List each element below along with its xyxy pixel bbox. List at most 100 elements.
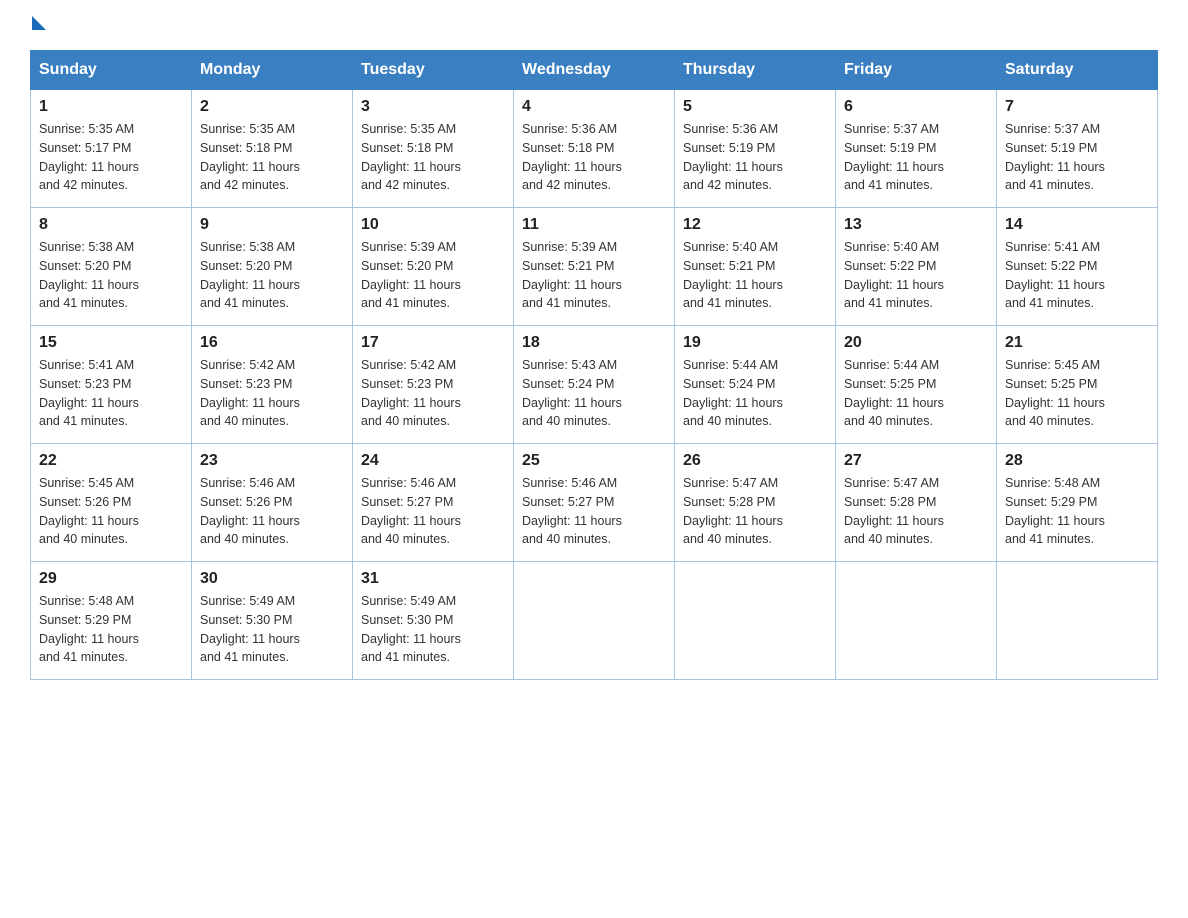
calendar-cell: 4 Sunrise: 5:36 AM Sunset: 5:18 PM Dayli… xyxy=(514,90,675,208)
day-number: 4 xyxy=(522,98,666,116)
day-info: Sunrise: 5:37 AM Sunset: 5:19 PM Dayligh… xyxy=(844,120,988,195)
day-info: Sunrise: 5:49 AM Sunset: 5:30 PM Dayligh… xyxy=(361,592,505,667)
day-number: 15 xyxy=(39,334,183,352)
calendar-week-row: 8 Sunrise: 5:38 AM Sunset: 5:20 PM Dayli… xyxy=(31,208,1158,326)
calendar-cell xyxy=(836,562,997,680)
calendar-header-row: SundayMondayTuesdayWednesdayThursdayFrid… xyxy=(31,51,1158,90)
calendar-cell: 28 Sunrise: 5:48 AM Sunset: 5:29 PM Dayl… xyxy=(997,444,1158,562)
calendar-cell: 15 Sunrise: 5:41 AM Sunset: 5:23 PM Dayl… xyxy=(31,326,192,444)
calendar-cell xyxy=(675,562,836,680)
calendar-week-row: 15 Sunrise: 5:41 AM Sunset: 5:23 PM Dayl… xyxy=(31,326,1158,444)
calendar-cell: 27 Sunrise: 5:47 AM Sunset: 5:28 PM Dayl… xyxy=(836,444,997,562)
day-number: 1 xyxy=(39,98,183,116)
calendar-cell: 3 Sunrise: 5:35 AM Sunset: 5:18 PM Dayli… xyxy=(353,90,514,208)
calendar-cell xyxy=(997,562,1158,680)
day-info: Sunrise: 5:44 AM Sunset: 5:25 PM Dayligh… xyxy=(844,356,988,431)
day-number: 11 xyxy=(522,216,666,234)
day-info: Sunrise: 5:47 AM Sunset: 5:28 PM Dayligh… xyxy=(844,474,988,549)
day-info: Sunrise: 5:38 AM Sunset: 5:20 PM Dayligh… xyxy=(39,238,183,313)
day-number: 12 xyxy=(683,216,827,234)
day-number: 31 xyxy=(361,570,505,588)
calendar-header-wednesday: Wednesday xyxy=(514,51,675,90)
day-number: 8 xyxy=(39,216,183,234)
calendar-cell: 8 Sunrise: 5:38 AM Sunset: 5:20 PM Dayli… xyxy=(31,208,192,326)
calendar-header-friday: Friday xyxy=(836,51,997,90)
calendar-cell: 21 Sunrise: 5:45 AM Sunset: 5:25 PM Dayl… xyxy=(997,326,1158,444)
day-number: 5 xyxy=(683,98,827,116)
day-info: Sunrise: 5:46 AM Sunset: 5:27 PM Dayligh… xyxy=(361,474,505,549)
calendar-cell: 22 Sunrise: 5:45 AM Sunset: 5:26 PM Dayl… xyxy=(31,444,192,562)
day-info: Sunrise: 5:36 AM Sunset: 5:19 PM Dayligh… xyxy=(683,120,827,195)
logo xyxy=(30,20,46,30)
calendar-header-thursday: Thursday xyxy=(675,51,836,90)
calendar-cell: 24 Sunrise: 5:46 AM Sunset: 5:27 PM Dayl… xyxy=(353,444,514,562)
page-header xyxy=(30,20,1158,30)
calendar-header-saturday: Saturday xyxy=(997,51,1158,90)
calendar-cell: 25 Sunrise: 5:46 AM Sunset: 5:27 PM Dayl… xyxy=(514,444,675,562)
day-info: Sunrise: 5:46 AM Sunset: 5:26 PM Dayligh… xyxy=(200,474,344,549)
day-number: 21 xyxy=(1005,334,1149,352)
logo-triangle-icon xyxy=(32,16,46,30)
calendar-cell: 7 Sunrise: 5:37 AM Sunset: 5:19 PM Dayli… xyxy=(997,90,1158,208)
day-number: 9 xyxy=(200,216,344,234)
day-number: 29 xyxy=(39,570,183,588)
day-number: 7 xyxy=(1005,98,1149,116)
day-info: Sunrise: 5:42 AM Sunset: 5:23 PM Dayligh… xyxy=(361,356,505,431)
day-info: Sunrise: 5:44 AM Sunset: 5:24 PM Dayligh… xyxy=(683,356,827,431)
day-number: 6 xyxy=(844,98,988,116)
day-info: Sunrise: 5:39 AM Sunset: 5:20 PM Dayligh… xyxy=(361,238,505,313)
calendar-cell xyxy=(514,562,675,680)
day-number: 28 xyxy=(1005,452,1149,470)
calendar-cell: 17 Sunrise: 5:42 AM Sunset: 5:23 PM Dayl… xyxy=(353,326,514,444)
day-info: Sunrise: 5:45 AM Sunset: 5:26 PM Dayligh… xyxy=(39,474,183,549)
calendar-week-row: 22 Sunrise: 5:45 AM Sunset: 5:26 PM Dayl… xyxy=(31,444,1158,562)
calendar-cell: 13 Sunrise: 5:40 AM Sunset: 5:22 PM Dayl… xyxy=(836,208,997,326)
calendar-cell: 23 Sunrise: 5:46 AM Sunset: 5:26 PM Dayl… xyxy=(192,444,353,562)
calendar-header-sunday: Sunday xyxy=(31,51,192,90)
day-info: Sunrise: 5:40 AM Sunset: 5:22 PM Dayligh… xyxy=(844,238,988,313)
calendar-cell: 1 Sunrise: 5:35 AM Sunset: 5:17 PM Dayli… xyxy=(31,90,192,208)
calendar-cell: 31 Sunrise: 5:49 AM Sunset: 5:30 PM Dayl… xyxy=(353,562,514,680)
day-info: Sunrise: 5:35 AM Sunset: 5:17 PM Dayligh… xyxy=(39,120,183,195)
day-number: 23 xyxy=(200,452,344,470)
day-number: 17 xyxy=(361,334,505,352)
day-info: Sunrise: 5:41 AM Sunset: 5:22 PM Dayligh… xyxy=(1005,238,1149,313)
day-info: Sunrise: 5:40 AM Sunset: 5:21 PM Dayligh… xyxy=(683,238,827,313)
day-number: 13 xyxy=(844,216,988,234)
day-info: Sunrise: 5:46 AM Sunset: 5:27 PM Dayligh… xyxy=(522,474,666,549)
day-number: 19 xyxy=(683,334,827,352)
day-info: Sunrise: 5:38 AM Sunset: 5:20 PM Dayligh… xyxy=(200,238,344,313)
day-info: Sunrise: 5:45 AM Sunset: 5:25 PM Dayligh… xyxy=(1005,356,1149,431)
calendar-cell: 30 Sunrise: 5:49 AM Sunset: 5:30 PM Dayl… xyxy=(192,562,353,680)
day-number: 24 xyxy=(361,452,505,470)
day-number: 18 xyxy=(522,334,666,352)
day-number: 27 xyxy=(844,452,988,470)
day-info: Sunrise: 5:48 AM Sunset: 5:29 PM Dayligh… xyxy=(39,592,183,667)
day-number: 14 xyxy=(1005,216,1149,234)
day-number: 2 xyxy=(200,98,344,116)
calendar-header-monday: Monday xyxy=(192,51,353,90)
calendar-cell: 26 Sunrise: 5:47 AM Sunset: 5:28 PM Dayl… xyxy=(675,444,836,562)
calendar-cell: 16 Sunrise: 5:42 AM Sunset: 5:23 PM Dayl… xyxy=(192,326,353,444)
calendar-cell: 29 Sunrise: 5:48 AM Sunset: 5:29 PM Dayl… xyxy=(31,562,192,680)
calendar-header-tuesday: Tuesday xyxy=(353,51,514,90)
day-info: Sunrise: 5:37 AM Sunset: 5:19 PM Dayligh… xyxy=(1005,120,1149,195)
calendar-cell: 10 Sunrise: 5:39 AM Sunset: 5:20 PM Dayl… xyxy=(353,208,514,326)
day-number: 3 xyxy=(361,98,505,116)
day-info: Sunrise: 5:43 AM Sunset: 5:24 PM Dayligh… xyxy=(522,356,666,431)
calendar-cell: 14 Sunrise: 5:41 AM Sunset: 5:22 PM Dayl… xyxy=(997,208,1158,326)
calendar-table: SundayMondayTuesdayWednesdayThursdayFrid… xyxy=(30,50,1158,680)
calendar-cell: 12 Sunrise: 5:40 AM Sunset: 5:21 PM Dayl… xyxy=(675,208,836,326)
calendar-week-row: 29 Sunrise: 5:48 AM Sunset: 5:29 PM Dayl… xyxy=(31,562,1158,680)
day-info: Sunrise: 5:35 AM Sunset: 5:18 PM Dayligh… xyxy=(200,120,344,195)
calendar-cell: 9 Sunrise: 5:38 AM Sunset: 5:20 PM Dayli… xyxy=(192,208,353,326)
day-number: 25 xyxy=(522,452,666,470)
day-number: 30 xyxy=(200,570,344,588)
calendar-cell: 18 Sunrise: 5:43 AM Sunset: 5:24 PM Dayl… xyxy=(514,326,675,444)
calendar-week-row: 1 Sunrise: 5:35 AM Sunset: 5:17 PM Dayli… xyxy=(31,90,1158,208)
day-info: Sunrise: 5:35 AM Sunset: 5:18 PM Dayligh… xyxy=(361,120,505,195)
calendar-cell: 19 Sunrise: 5:44 AM Sunset: 5:24 PM Dayl… xyxy=(675,326,836,444)
calendar-cell: 5 Sunrise: 5:36 AM Sunset: 5:19 PM Dayli… xyxy=(675,90,836,208)
day-info: Sunrise: 5:36 AM Sunset: 5:18 PM Dayligh… xyxy=(522,120,666,195)
calendar-cell: 2 Sunrise: 5:35 AM Sunset: 5:18 PM Dayli… xyxy=(192,90,353,208)
